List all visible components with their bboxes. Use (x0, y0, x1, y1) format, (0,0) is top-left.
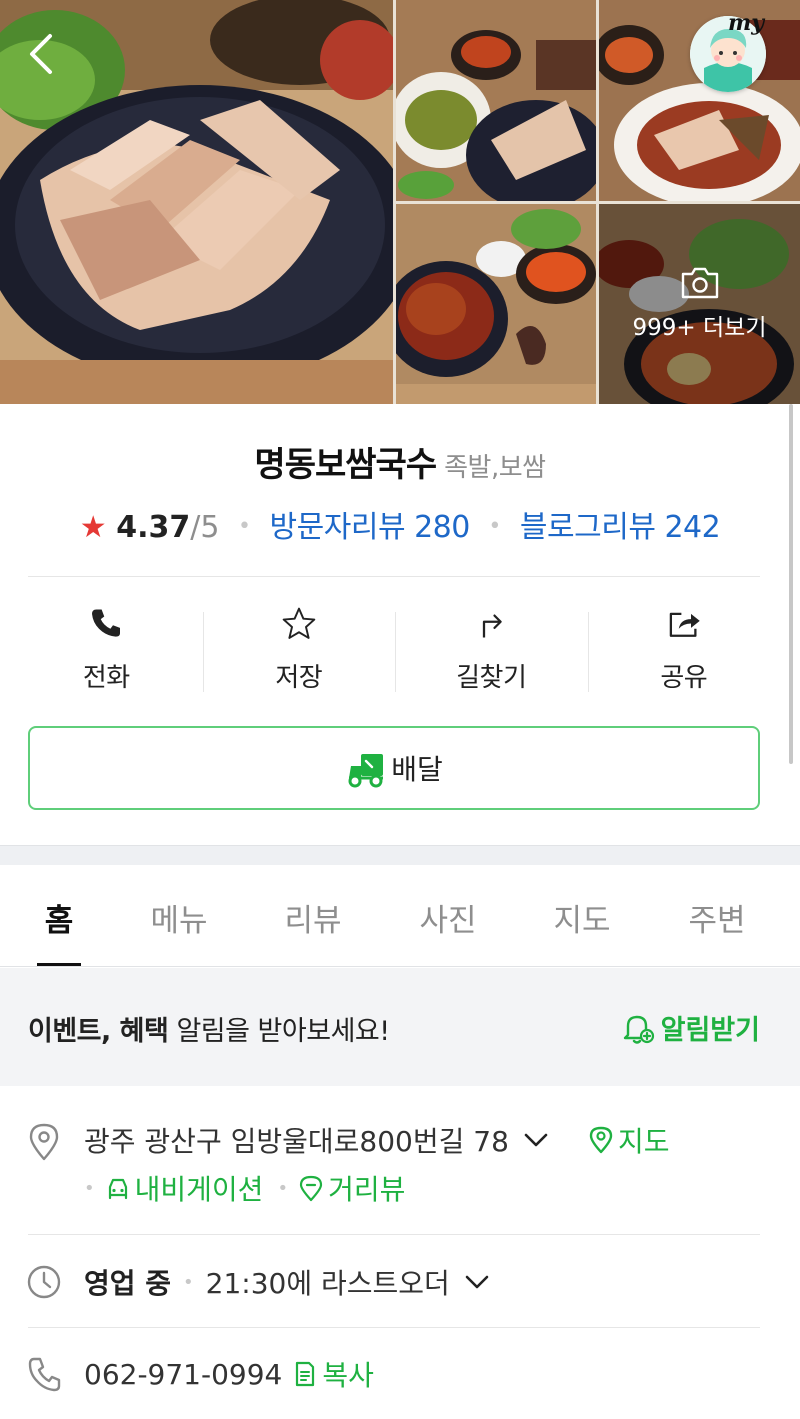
share-label: 공유 (660, 663, 708, 693)
street-view-pin-icon (299, 1175, 323, 1202)
copy-icon (296, 1361, 315, 1387)
hours-toggle[interactable]: 영업 중 • 21:30에 라스트오더 (84, 1262, 490, 1302)
chevron-down-icon (524, 1133, 548, 1147)
tab-photos[interactable]: 사진 (386, 865, 510, 966)
tab-home[interactable]: 홈 (0, 865, 118, 966)
photo-thumb-more[interactable]: 999+ 더보기 (599, 204, 800, 404)
last-order-text: 21:30에 라스트오더 (205, 1267, 450, 1300)
directions-label: 길찾기 (456, 663, 527, 693)
divider (28, 1327, 760, 1328)
photo-thumb-3[interactable] (396, 204, 596, 404)
call-button[interactable]: 전화 (10, 604, 203, 694)
address-links: • 내비게이션 • 거리뷰 (84, 1168, 405, 1208)
place-title-row: 명동보쌈국수 족발,보쌈 (0, 437, 800, 486)
more-photos-label: 999+ 더보기 (632, 315, 767, 341)
street-view-label: 거리뷰 (328, 1173, 406, 1206)
tab-nearby[interactable]: 주변 (654, 865, 780, 966)
save-button[interactable]: 저장 (202, 604, 396, 694)
star-outline-icon (282, 607, 316, 639)
tab-menu[interactable]: 메뉴 (118, 865, 240, 966)
tab-bar: 홈 메뉴 리뷰 사진 지도 주변 (0, 865, 800, 967)
clock-icon (27, 1265, 61, 1299)
separator-dot: • (238, 514, 251, 539)
address-toggle[interactable]: 광주 광산구 임방울대로800번길 78 (84, 1120, 549, 1160)
photo-gallery[interactable]: 999+ 더보기 my (0, 0, 800, 404)
map-pin-icon (589, 1126, 613, 1154)
separator-dot: • (277, 1177, 289, 1199)
tab-reviews[interactable]: 리뷰 (240, 865, 386, 966)
navigation-label: 내비게이션 (134, 1173, 264, 1206)
action-bar: 전화 저장 길찾기 공유 (10, 604, 780, 694)
directions-icon (483, 614, 503, 638)
share-icon (669, 612, 700, 637)
chevron-left-icon[interactable] (20, 28, 64, 80)
directions-button[interactable]: 길찾기 (395, 604, 588, 694)
map-link[interactable]: 지도 (588, 1120, 670, 1160)
place-category: 족발,보쌈 (444, 453, 546, 483)
call-label: 전화 (82, 663, 130, 693)
photo-thumb-1[interactable] (396, 0, 596, 201)
separator-dot: • (488, 514, 502, 539)
more-photos-overlay[interactable]: 999+ 더보기 (599, 204, 800, 404)
notification-bold: 이벤트, 혜택 (28, 1016, 169, 1047)
notification-banner: 이벤트, 혜택 알림을 받아보세요! 알림받기 (0, 968, 800, 1086)
tab-map[interactable]: 지도 (510, 865, 654, 966)
notification-text: 알림을 받아보세요! (168, 1016, 390, 1047)
notification-message: 이벤트, 혜택 알림을 받아보세요! (28, 1009, 390, 1048)
chevron-down-icon (465, 1275, 489, 1289)
copy-phone-button[interactable]: 복사 (292, 1354, 374, 1394)
share-button[interactable]: 공유 (587, 604, 781, 694)
divider (28, 1234, 760, 1235)
open-status: 영업 중 (84, 1267, 172, 1300)
rating-row: ★ 4.37/5 • 방문자리뷰 280 • 블로그리뷰 242 (0, 502, 800, 546)
my-badge: my (728, 10, 765, 36)
delivery-scooter-icon (348, 754, 384, 788)
visitor-reviews-link[interactable]: 방문자리뷰 280 (270, 510, 471, 545)
scrollbar[interactable] (789, 404, 793, 764)
location-pin-icon (29, 1123, 59, 1161)
save-label: 저장 (275, 663, 323, 693)
phone-number[interactable]: 062-971-0994 (84, 1358, 282, 1391)
rating-max: /5 (190, 510, 220, 545)
rating-star-icon: ★ (79, 510, 107, 545)
section-separator (0, 845, 800, 865)
phone-icon (92, 609, 121, 637)
subscribe-alerts-button[interactable]: 알림받기 (621, 1008, 760, 1047)
divider (28, 576, 760, 577)
copy-label: 복사 (322, 1359, 374, 1392)
address-text: 광주 광산구 임방울대로800번길 78 (84, 1125, 509, 1158)
delivery-label: 배달 (391, 753, 443, 786)
rating-score: 4.37 (116, 510, 191, 545)
navigation-link[interactable]: 내비게이션 (105, 1168, 264, 1208)
car-icon (108, 1178, 127, 1200)
bell-plus-icon (623, 1015, 654, 1044)
delivery-button[interactable]: 배달 (28, 726, 760, 810)
place-name: 명동보쌈국수 (254, 445, 437, 485)
map-link-label: 지도 (618, 1125, 670, 1158)
blog-reviews-link[interactable]: 블로그리뷰 242 (520, 510, 721, 545)
separator-dot: • (183, 1271, 194, 1293)
subscribe-alerts-label: 알림받기 (660, 1015, 760, 1046)
camera-icon (681, 267, 718, 299)
separator-dot: • (84, 1177, 95, 1199)
phone-outline-icon (28, 1357, 61, 1392)
street-view-link[interactable]: 거리뷰 (298, 1168, 405, 1208)
phone-info: 062-971-0994 복사 (84, 1354, 374, 1394)
